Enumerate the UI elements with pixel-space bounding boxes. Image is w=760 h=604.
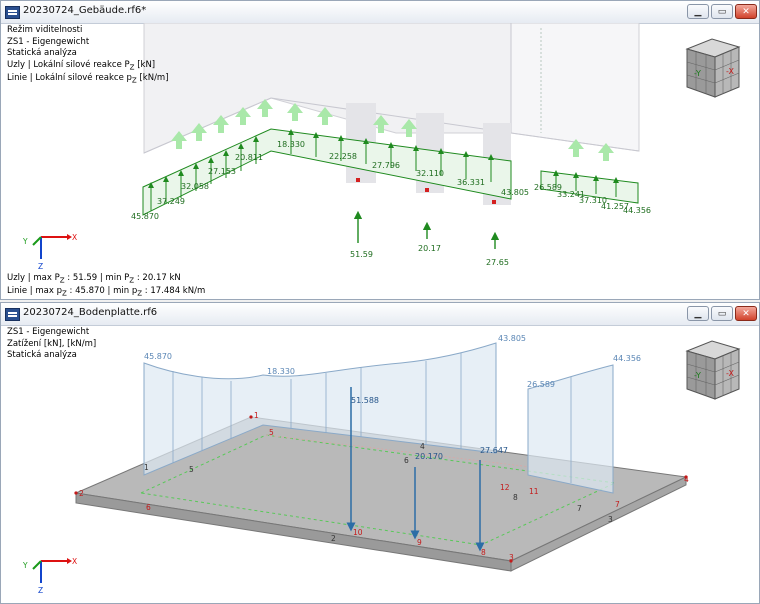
view-cube[interactable]: -Y -X [677,339,747,403]
axis-z-label: Z [38,586,43,595]
line-load-value: 45.870 [144,352,172,361]
view-cube[interactable]: -Y -X [677,37,747,101]
top-summary: Uzly | max PZ : 51.59 | min PZ : 20.17 k… [7,273,205,299]
bottom-window: 20230724_Bodenplatte.rf6 ▁ ▭ ✕ 45.870 18… [0,302,760,604]
line-load-value: 26.589 [527,380,555,389]
node-value: 20.17 [418,244,441,253]
line-load-value: 44.356 [613,354,641,363]
node-number: 4 [684,475,689,484]
bottom-info-panel: ZS1 - Eigengewicht Zatížení [kN], [kN/m]… [7,327,96,362]
line-number: 3 [608,515,613,524]
line-value: 27.796 [372,161,400,170]
node-number: 7 [615,500,620,509]
line-value: 20.811 [235,153,263,162]
node-result-label: Uzly | Lokální silové reakce PZ [kN] [7,59,156,72]
line-value: 22.258 [329,152,357,161]
line-value: 32.110 [416,169,444,178]
axis-z-label: Z [38,262,43,271]
line-value: 18.330 [277,140,305,149]
point-load-value: 20.170 [415,452,443,461]
analysis-type: Statická analýza [7,48,77,58]
axis-triad: X Y Z [22,557,77,595]
line-result-label: Linie | Lokální silové reakce pZ [kN/m] [7,72,169,85]
cube-face-x: -X [726,67,734,76]
node-number: 10 [353,528,363,537]
axis-y-label: Y [22,237,28,246]
minimize-button[interactable]: ▁ [687,306,709,321]
cube-face-y: -Y [694,371,701,380]
axis-triad: X Y Z [22,233,77,271]
node-number: 2 [79,489,84,498]
bottom-titlebar[interactable]: 20230724_Bodenplatte.rf6 ▁ ▭ ✕ [1,303,759,326]
node-value: 27.65 [486,258,509,267]
app-icon [5,6,20,19]
line-value: 43.805 [501,188,529,197]
line-summary: Linie | max pZ : 45.870 | min pZ : 17.48… [7,286,206,298]
node-number: 11 [529,487,539,496]
node-summary: Uzly | max PZ : 51.59 | min PZ : 20.17 k… [7,273,181,285]
line-number: 5 [189,465,194,474]
node-number: 6 [146,503,151,512]
line-number: 1 [144,463,149,472]
line-value: 32.058 [181,182,209,191]
line-number: 2 [331,534,336,543]
line-value: 27.153 [208,167,236,176]
axis-x-label: X [72,233,77,242]
point-load-value: 51.588 [351,396,379,405]
node-number: 9 [417,538,422,547]
load-case: ZS1 - Eigengewicht [7,36,90,47]
line-load-value: 18.330 [267,367,295,376]
load-case: ZS1 - Eigengewicht [7,327,90,337]
cube-face-y: -Y [694,69,701,78]
load-units: Zatížení [kN], [kN/m] [7,338,97,349]
node-number: 3 [509,553,514,562]
line-number: 6 [404,456,409,465]
bottom-3d-viewport[interactable]: 45.870 18.330 43.805 26.589 44.356 51.58… [1,325,759,603]
line-load-value: 43.805 [498,334,526,343]
line-number: 7 [577,504,582,513]
line-number: 8 [513,493,518,502]
line-value: 45.870 [131,212,159,221]
restore-button[interactable]: ▭ [711,4,733,19]
close-button[interactable]: ✕ [735,4,757,19]
node-number: 1 [254,411,259,420]
node-number: 5 [269,428,274,437]
axis-y-label: Y [22,561,28,570]
app-icon [5,308,20,321]
top-window: 20230724_Gebäude.rf6* ▁ ▭ ✕ 45.870 37.24… [0,0,760,300]
analysis-type: Statická analýza [7,350,77,360]
node-value: 51.59 [350,250,373,259]
line-value: 37.249 [157,197,185,206]
line-value: 44.356 [623,206,651,215]
restore-button[interactable]: ▭ [711,306,733,321]
bottom-window-title: 20230724_Bodenplatte.rf6 [23,307,158,318]
close-button[interactable]: ✕ [735,306,757,321]
node-number: 8 [481,548,486,557]
point-load-value: 27.647 [480,446,508,455]
node-number: 12 [500,483,510,492]
top-titlebar[interactable]: 20230724_Gebäude.rf6* ▁ ▭ ✕ [1,1,759,24]
visibility-mode: Režim viditelnosti [7,25,83,35]
line-value: 36.331 [457,178,485,187]
axis-x-label: X [72,557,77,566]
line-number: 4 [420,442,425,451]
top-window-title: 20230724_Gebäude.rf6* [23,5,147,16]
top-info-panel: Režim viditelnosti ZS1 - Eigengewicht St… [7,25,169,86]
cube-face-x: -X [726,369,734,378]
minimize-button[interactable]: ▁ [687,4,709,19]
